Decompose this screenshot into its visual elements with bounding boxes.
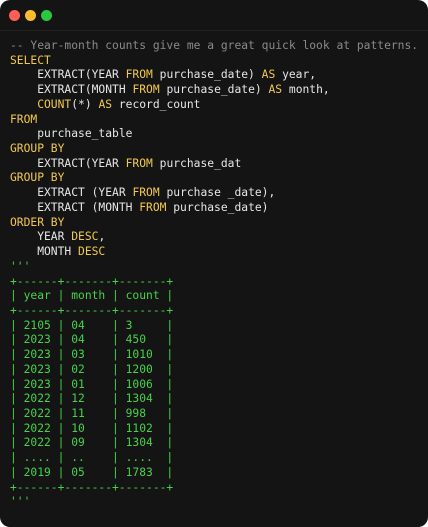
result-table-row: | 2019 | 05 | 1783 | <box>10 465 174 479</box>
result-table-row: | 2022 | 10 | 1102 | <box>10 421 174 435</box>
code-block: -- Year-month counts give me a great qui… <box>10 39 418 510</box>
title-bar <box>0 0 428 31</box>
order-by-line-1: YEAR DESC, <box>10 230 106 244</box>
select-year-line: EXTRACT(YEAR FROM purchase_date) AS year… <box>10 68 317 82</box>
zoom-window-icon[interactable] <box>41 10 52 21</box>
select-count-line: COUNT(*) AS record_count <box>10 97 201 111</box>
select-keyword: SELECT <box>10 53 51 67</box>
result-table-border-bottom: +------+-------+-------+ <box>10 480 174 494</box>
result-table-row: | 2022 | 12 | 1304 | <box>10 392 174 406</box>
result-table-row: | 2022 | 11 | 998 | <box>10 406 174 420</box>
close-window-icon[interactable] <box>9 10 20 21</box>
result-table-header: | year | month | count | <box>10 289 174 303</box>
sql-comment: -- Year-month counts give me a great qui… <box>10 39 419 52</box>
group-by-keyword-2: GROUP BY <box>10 171 65 185</box>
minimize-window-icon[interactable] <box>25 10 36 21</box>
result-table-row: | 2105 | 04 | 3 | <box>10 318 174 332</box>
result-table-border-top: +------+-------+-------+ <box>10 274 174 288</box>
order-by-line-2: MONTH DESC <box>10 245 106 259</box>
from-keyword: FROM <box>10 112 38 126</box>
select-month-line: EXTRACT(MONTH FROM purchase_date) AS mon… <box>10 83 330 97</box>
group-by-1-line: EXTRACT(YEAR FROM purchase_dat <box>10 156 242 170</box>
result-table-row: | 2023 | 03 | 1010 | <box>10 348 174 362</box>
result-table-row: | .... | .. | .... | <box>10 451 174 465</box>
table-name-line: purchase_table <box>10 127 133 141</box>
result-table-border-mid: +------+-------+-------+ <box>10 303 174 317</box>
editor-window: -- Year-month counts give me a great qui… <box>0 0 428 527</box>
group-by-2-line-1: EXTRACT (YEAR FROM purchase _date), <box>10 186 276 200</box>
group-by-2-line-2: EXTRACT (MONTH FROM purchase_date) <box>10 200 269 214</box>
output-fence-close: ''' <box>10 495 31 509</box>
code-fence-close: ''' <box>10 259 31 273</box>
result-table-row: | 2023 | 02 | 1200 | <box>10 362 174 376</box>
result-table-row: | 2023 | 01 | 1006 | <box>10 377 174 391</box>
result-table-row: | 2022 | 09 | 1304 | <box>10 436 174 450</box>
group-by-keyword-1: GROUP BY <box>10 142 65 156</box>
order-by-keyword: ORDER BY <box>10 215 65 229</box>
result-table-row: | 2023 | 04 | 450 | <box>10 333 174 347</box>
